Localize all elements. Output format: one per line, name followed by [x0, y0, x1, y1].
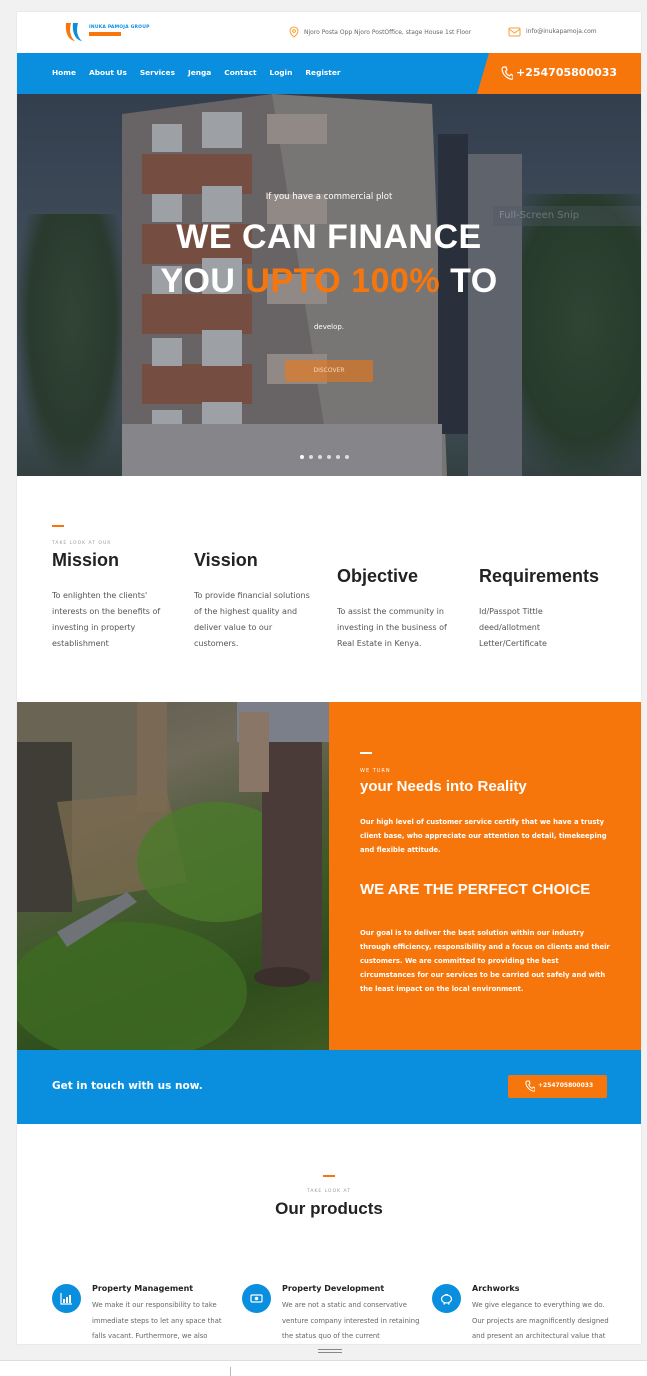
nav-login[interactable]: Login [269, 68, 292, 77]
requirements-text: Id/Passpot Tittle deed/allotment Letter/… [479, 607, 547, 648]
email-text[interactable]: info@inukapamoja.com [526, 28, 597, 35]
nav-phone-number[interactable]: +254705800033 [516, 66, 617, 79]
phone-icon [501, 66, 513, 80]
nav-home[interactable]: Home [52, 68, 76, 77]
slider-dot-6[interactable] [345, 455, 349, 459]
needs-accent-dash [360, 752, 372, 754]
window-status-bar [0, 1360, 647, 1376]
mission-title: Mission [52, 550, 120, 570]
hero-line2-accent: UPTO 100% [245, 262, 441, 300]
money-icon [250, 1294, 263, 1303]
nav-services[interactable]: Services [140, 68, 175, 77]
piggy-bank-icon [440, 1294, 453, 1305]
nav-register[interactable]: Register [305, 68, 340, 77]
nav-jenga[interactable]: Jenga [188, 68, 211, 77]
slider-dots [300, 455, 349, 459]
perfect-choice-paragraph: Our goal is to deliver the best solution… [360, 929, 610, 993]
needs-paragraph: Our high level of customer service certi… [360, 818, 607, 854]
logo-brand-text: INUKA PAMOJA GROUP [89, 25, 150, 30]
address-text: Njoro Posta Opp Njoro PostOffice, stage … [304, 28, 472, 36]
slider-dot-5[interactable] [336, 455, 340, 459]
resize-grip-icon[interactable] [318, 1349, 342, 1355]
nav-contact[interactable]: Contact [224, 68, 256, 77]
hero-subtext: develop. [313, 323, 345, 331]
product-title[interactable]: Property Development [282, 1284, 384, 1293]
nav-about-us[interactable]: About Us [89, 68, 127, 77]
discover-button[interactable]: DISCOVER [285, 360, 373, 382]
location-pin-icon [289, 26, 299, 38]
mission-section: TAKE LOOK AT OUR Mission To enlighten th… [17, 476, 641, 702]
products-accent-dash [323, 1175, 335, 1177]
product-text: We make it our responsibility to take im… [92, 1301, 222, 1340]
hero-slider: Full-Screen Snip If you have a commercia… [17, 94, 641, 476]
slider-dot-4[interactable] [327, 455, 331, 459]
product-text: We are not a static and conservative ven… [282, 1301, 420, 1340]
product-icon-circle [52, 1284, 81, 1313]
objective-title: Objective [337, 566, 419, 586]
hero-line2-end: TO [440, 262, 498, 300]
site-photo [17, 702, 329, 1050]
vision-text: To provide financial solutions of the hi… [194, 591, 310, 648]
product-text: We give elegance to everything we do. Ou… [472, 1301, 609, 1340]
products-section: TAKE LOOK AT Our products Property Manag… [17, 1124, 641, 1344]
site-photo-image [17, 702, 329, 1050]
slider-dot-1[interactable] [300, 455, 304, 459]
needs-panel: WE TURN your Needs into Reality Our high… [329, 702, 641, 1050]
hero-headline-line2: YOU UPTO 100% TO [17, 262, 641, 301]
address: Njoro Posta Opp Njoro PostOffice, stage … [289, 26, 471, 38]
cta-phone-number[interactable]: +254705800033 [538, 1082, 593, 1089]
slider-dot-3[interactable] [318, 455, 322, 459]
cta-phone-button[interactable]: +254705800033 [508, 1075, 607, 1098]
logo[interactable]: INUKA PAMOJA GROUP [63, 20, 150, 44]
needs-title: your Needs into Reality [360, 778, 527, 795]
product-icon-circle [242, 1284, 271, 1313]
nav-phone-button[interactable]: +254705800033 [477, 53, 641, 94]
page-frame: INUKA PAMOJA GROUP Njoro Posta Opp Njoro… [17, 12, 641, 1344]
products-title: Our products [275, 1199, 383, 1218]
phone-icon [525, 1080, 535, 1092]
hero-kicker: If you have a commercial plot [265, 192, 393, 202]
requirements-title: Requirements [479, 566, 600, 586]
logo-mark-icon [65, 23, 82, 41]
section-accent-dash [52, 525, 64, 527]
hero-line2-start: YOU [160, 262, 246, 300]
top-info-bar: INUKA PAMOJA GROUP Njoro Posta Opp Njoro… [17, 12, 641, 53]
contact-cta-band: Get in touch with us now. +254705800033 [17, 1050, 641, 1124]
logo-tagline-bar [89, 32, 121, 36]
hero-headline-line1: WE CAN FINANCE [176, 218, 482, 256]
cta-text: Get in touch with us now. [52, 1080, 203, 1092]
envelope-icon [508, 27, 521, 37]
chart-icon [60, 1293, 72, 1305]
product-title[interactable]: Property Management [92, 1284, 193, 1293]
perfect-choice-title: WE ARE THE PERFECT CHOICE [360, 881, 591, 898]
email[interactable]: info@inukapamoja.com [508, 26, 597, 37]
needs-kicker: WE TURN [360, 768, 391, 774]
product-title[interactable]: Archworks [472, 1284, 520, 1293]
products-kicker: TAKE LOOK AT [307, 1189, 351, 1194]
objective-text: To assist the community in investing in … [337, 607, 447, 648]
vision-title: Vission [194, 550, 258, 570]
product-icon-circle [432, 1284, 461, 1313]
mission-kicker: TAKE LOOK AT OUR [52, 541, 112, 546]
slider-dot-2[interactable] [309, 455, 313, 459]
mission-text: To enlighten the clients' interests on t… [52, 591, 161, 648]
